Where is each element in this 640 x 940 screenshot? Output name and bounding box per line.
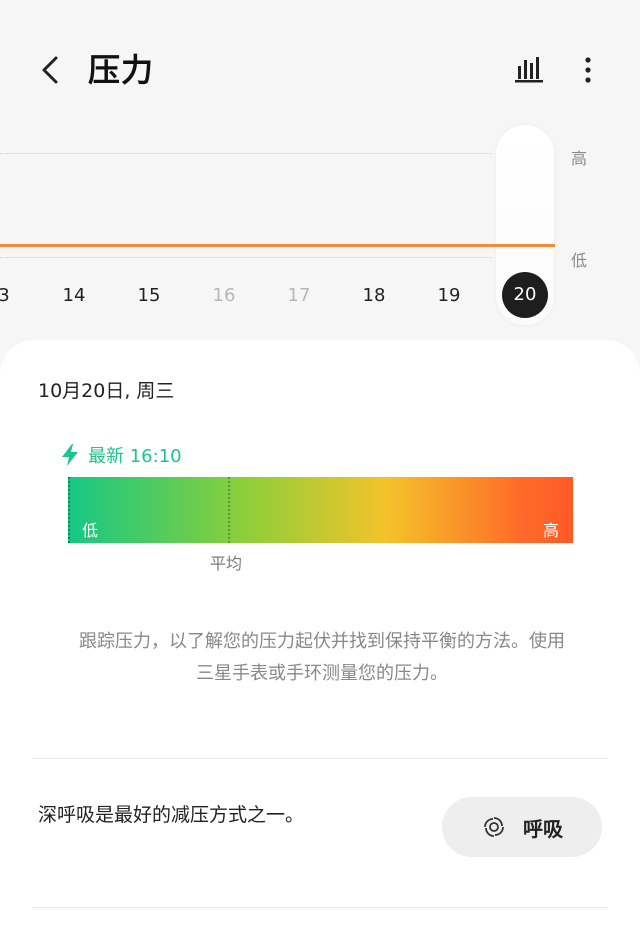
latest-reading-text: 最新 16:10 (88, 446, 182, 467)
selected-date: 10月20日, 周三 (38, 380, 175, 402)
day-18[interactable]: 18 (354, 285, 394, 306)
latest-reading: 最新 16:10 (60, 442, 182, 468)
chart-view-button[interactable] (512, 52, 552, 88)
more-options-button[interactable] (576, 52, 604, 88)
y-label-low: 低 (571, 251, 588, 270)
chevron-left-icon (42, 56, 58, 84)
stress-level-bar: 低 高 (68, 477, 573, 543)
breath-swirl-icon (484, 817, 504, 837)
day-15[interactable]: 15 (129, 285, 169, 306)
divider-bottom (32, 907, 608, 908)
page-title: 压力 (88, 51, 155, 89)
day-3[interactable]: 3 (0, 285, 24, 306)
current-level-marker (68, 477, 70, 543)
bar-chart-icon (515, 57, 543, 83)
breathe-button[interactable]: 呼吸 (442, 797, 602, 857)
day-17[interactable]: 17 (279, 285, 319, 306)
stress-chart[interactable]: 高 低 3 14 15 16 17 18 19 20 (0, 125, 640, 340)
more-vertical-icon (585, 57, 591, 83)
app-header: 压力 (0, 0, 640, 140)
back-button[interactable] (30, 48, 70, 92)
y-label-high: 高 (571, 149, 588, 168)
lightning-icon (62, 444, 78, 466)
description-text: 跟踪压力，以了解您的压力起伏并找到保持平衡的方法。使用三星手表或手环测量您的压力… (79, 631, 565, 684)
divider-top (32, 758, 608, 759)
average-label: 平均 (210, 554, 243, 573)
gridline-high (0, 153, 492, 154)
breathe-button-label: 呼吸 (523, 816, 563, 841)
bar-high-label: 高 (542, 521, 559, 540)
breathing-tip: 深呼吸是最好的减压方式之一。 (38, 804, 305, 826)
day-16[interactable]: 16 (204, 285, 244, 306)
day-19[interactable]: 19 (429, 285, 469, 306)
gridline-low (0, 257, 492, 258)
day-20-selected[interactable]: 20 (502, 272, 548, 318)
day-14[interactable]: 14 (54, 285, 94, 306)
stress-detail-card: 10月20日, 周三 最新 16:10 低 高 平均 跟踪压力，以了解您的压力起… (0, 340, 640, 940)
bar-low-label: 低 (82, 521, 99, 540)
stress-trend-line (0, 244, 555, 247)
average-marker (228, 477, 230, 543)
